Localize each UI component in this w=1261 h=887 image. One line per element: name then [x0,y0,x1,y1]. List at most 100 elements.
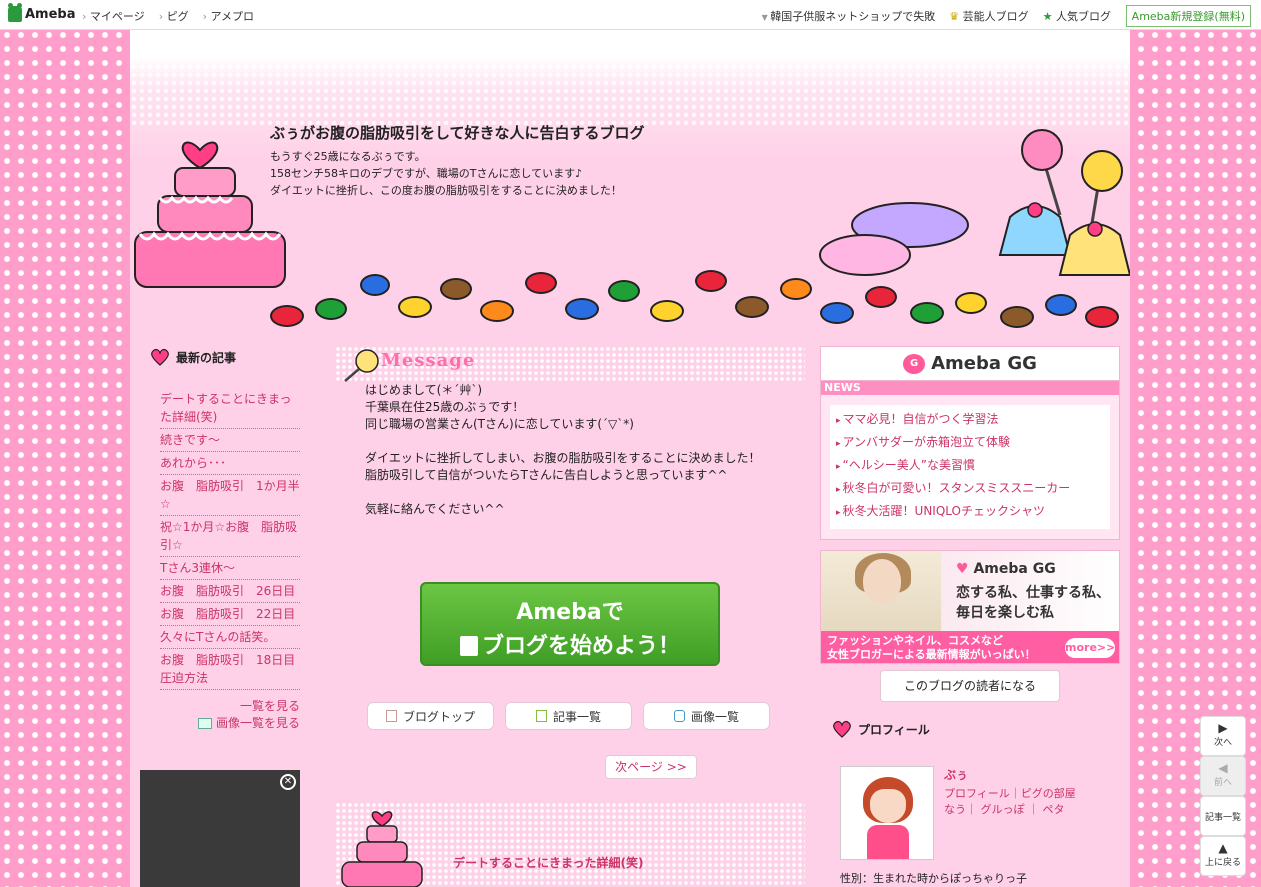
more-button[interactable]: more>> [1065,638,1115,658]
notepad-icon [459,636,478,656]
ameba-logo[interactable]: Ameba [8,3,76,22]
recent-article-link[interactable]: あれから･･･ [160,452,300,475]
next-page-button[interactable]: 次ページ >> [605,755,697,779]
heading-text: 最新の記事 [176,350,237,365]
play-icon: ▶ [1218,721,1228,735]
banner-copy-line: 恋する私、仕事する私、 [956,585,1110,601]
profile-name[interactable]: ぶぅ [944,766,968,783]
message-line: はじめまして(＊´艸`) [365,383,483,397]
news-link[interactable]: 秋冬白が可愛い！スタンスミススニーカー [836,478,1104,501]
news-list: ママ必見！自信がつく学習法 アンバサダーが赤箱泡立て体験 “ヘルシー美人”な美習… [830,405,1110,529]
nav-mypage[interactable]: マイページ [82,8,145,24]
ameba-gg-header[interactable]: G Ameba GG [821,347,1119,381]
profile-links: プロフィール｜ピグの部屋 なう｜ グルっぽ ｜ ペタ [944,786,1076,818]
floating-nav: ▶ 次へ ◀ 前へ 記事一覧 ▲ 上に戻る [1200,716,1246,876]
recent-article-link[interactable]: 祝☆1か月☆お腹 脂肪吸引☆ [160,516,300,557]
news-link[interactable]: 秋冬大活躍！UNIQLOチェックシャツ [836,501,1104,524]
next-button[interactable]: ▶ 次へ [1200,716,1246,756]
link-korea-kids[interactable]: ▼ 韓国子供服ネットショップで失敗 [762,8,936,24]
nav-amepro[interactable]: アメプロ [203,8,254,24]
message-header: Message [335,346,805,382]
become-reader-button[interactable]: このブログの読者になる [880,670,1060,702]
nav-pigg[interactable]: ピグ [159,8,189,24]
jellybean [440,278,472,300]
article-list-float-button[interactable]: 記事一覧 [1200,796,1246,836]
profile-gender: 性別：生まれた時からぽっちゃりっ子 [840,872,1027,885]
jellybean [865,286,897,308]
top-nav: マイページ ピグ アメプロ [82,8,254,24]
jellybean [955,292,987,314]
image-list-button[interactable]: 画像一覧 [643,702,770,730]
recent-article-link[interactable]: 続きです～ [160,429,300,452]
recent-article-link[interactable]: お腹 脂肪吸引 26日目 [160,580,300,603]
lollipop-icon [344,349,379,382]
jellybean [735,296,769,318]
jellybean [1085,306,1119,328]
banner-strip: ファッションやネイル、コスメなど 女性ブロガーによる最新情報がいっぱい！ mor… [821,631,1119,663]
entry-title[interactable]: デートすることにきまった詳細(笑) [453,854,644,871]
jellybean [565,298,599,320]
prev-button[interactable]: ◀ 前へ [1200,756,1246,796]
banner-photo [821,551,941,631]
jellybean [270,305,304,327]
top-right-links: ▼ 韓国子供服ネットショップで失敗 ♛ 芸能人ブログ ★ 人気ブログ [762,8,1111,24]
ad-box[interactable]: ✕ [140,770,300,887]
main-content: Message はじめまして(＊´艸`) 千葉県在住25歳のぶぅです！ 同じ職場… [335,346,805,887]
message-line: 千葉県在住25歳のぶぅです！ [365,400,525,414]
signup-button[interactable]: Ameba新規登録(無料) [1125,5,1251,27]
heart-icon [833,720,851,738]
recent-article-link[interactable]: お腹 脂肪吸引 18日目 圧迫方法 [160,649,300,690]
profile-avatar[interactable] [840,766,934,860]
recent-articles-list: デートすることにきまった詳細(笑) 続きです～ あれから･･･ お腹 脂肪吸引 … [160,388,300,690]
desc-line: 158センチ58キロのデブですが、職場のTさんに恋しています♪ [270,167,583,180]
article-list-button[interactable]: 記事一覧 [505,702,632,730]
message-line: 同じ職場の営業さん(Tさん)に恋しています(´▽`*) [365,417,634,431]
news-link[interactable]: ママ必見！自信がつく学習法 [836,409,1104,432]
back-to-top-button[interactable]: ▲ 上に戻る [1200,836,1246,876]
news-link[interactable]: アンバサダーが赤箱泡立て体験 [836,432,1104,455]
crown-icon: ♛ [949,10,963,23]
recent-article-link[interactable]: デートすることにきまった詳細(笑) [160,388,300,429]
jellybean [780,278,812,300]
blog-top-button[interactable]: ブログトップ [367,702,494,730]
cake-icon [341,811,423,887]
link-popular-blog[interactable]: ★ 人気ブログ [1043,8,1111,24]
message-line [365,433,805,450]
banner-brand: ♥ Ameba GG [956,561,1056,577]
profile-heading: プロフィール [832,720,1120,738]
heart-icon [151,348,169,366]
message-line: 脂肪吸引して自信がついたらTさんに告白しようと思っています^^ [365,468,728,482]
banner-copy: 恋する私、仕事する私、 毎日を楽しむ私 [956,583,1110,623]
back-icon: ◀ [1218,761,1228,775]
avatar-face [870,789,906,823]
jellybean [1045,294,1077,316]
recent-article-link[interactable]: お腹 脂肪吸引 1か月半☆ [160,475,300,516]
banner-face [863,559,901,603]
profile-links-line[interactable]: なう｜ グルっぽ ｜ ペタ [944,802,1076,818]
message-line: ダイエットに挫折してしまい、お腹の脂肪吸引をすることに決めました！ [365,451,761,465]
start-btn-line1: Amebaで [516,600,624,625]
recent-article-link[interactable]: Tさん3連休～ [160,557,300,580]
recent-article-link[interactable]: 久々にTさんの話笑。 [160,626,300,649]
news-label: NEWS [821,381,1119,395]
jellybean [315,298,347,320]
news-link[interactable]: “ヘルシー美人”な美習慣 [836,455,1104,478]
blog-title[interactable]: ぶぅがお腹の脂肪吸引をして好きな人に告白するブログ [270,122,645,143]
message-body: はじめまして(＊´艸`) 千葉県在住25歳のぶぅです！ 同じ職場の営業さん(Tさ… [365,382,805,518]
start-blog-button[interactable]: Amebaで ブログを始めよう！ [420,582,720,666]
image-list-link[interactable]: 画像一覧を見る [150,715,300,732]
ameba-gg-banner[interactable]: ♥ Ameba GG 恋する私、仕事する私、 毎日を楽しむ私 ファッションやネイ… [820,550,1120,664]
logo-text: Ameba [25,6,76,22]
banner-copy-line: 毎日を楽しむ私 [956,605,1054,621]
see-all-link[interactable]: 一覧を見る [150,698,300,715]
recent-article-link[interactable]: お腹 脂肪吸引 22日目 [160,603,300,626]
jellybean [360,274,390,296]
jellybean [910,302,944,324]
profile-links-line[interactable]: プロフィール｜ピグの部屋 [944,786,1076,802]
left-sidebar: 最新の記事 デートすることにきまった詳細(笑) 続きです～ あれから･･･ お腹… [150,348,300,732]
jellybean [398,296,432,318]
desc-line: もうすぐ25歳になるぶぅです。 [270,150,426,163]
close-icon[interactable]: ✕ [280,774,296,790]
link-celebrity-blog[interactable]: ♛ 芸能人ブログ [949,8,1028,24]
header-dots [130,55,1130,125]
